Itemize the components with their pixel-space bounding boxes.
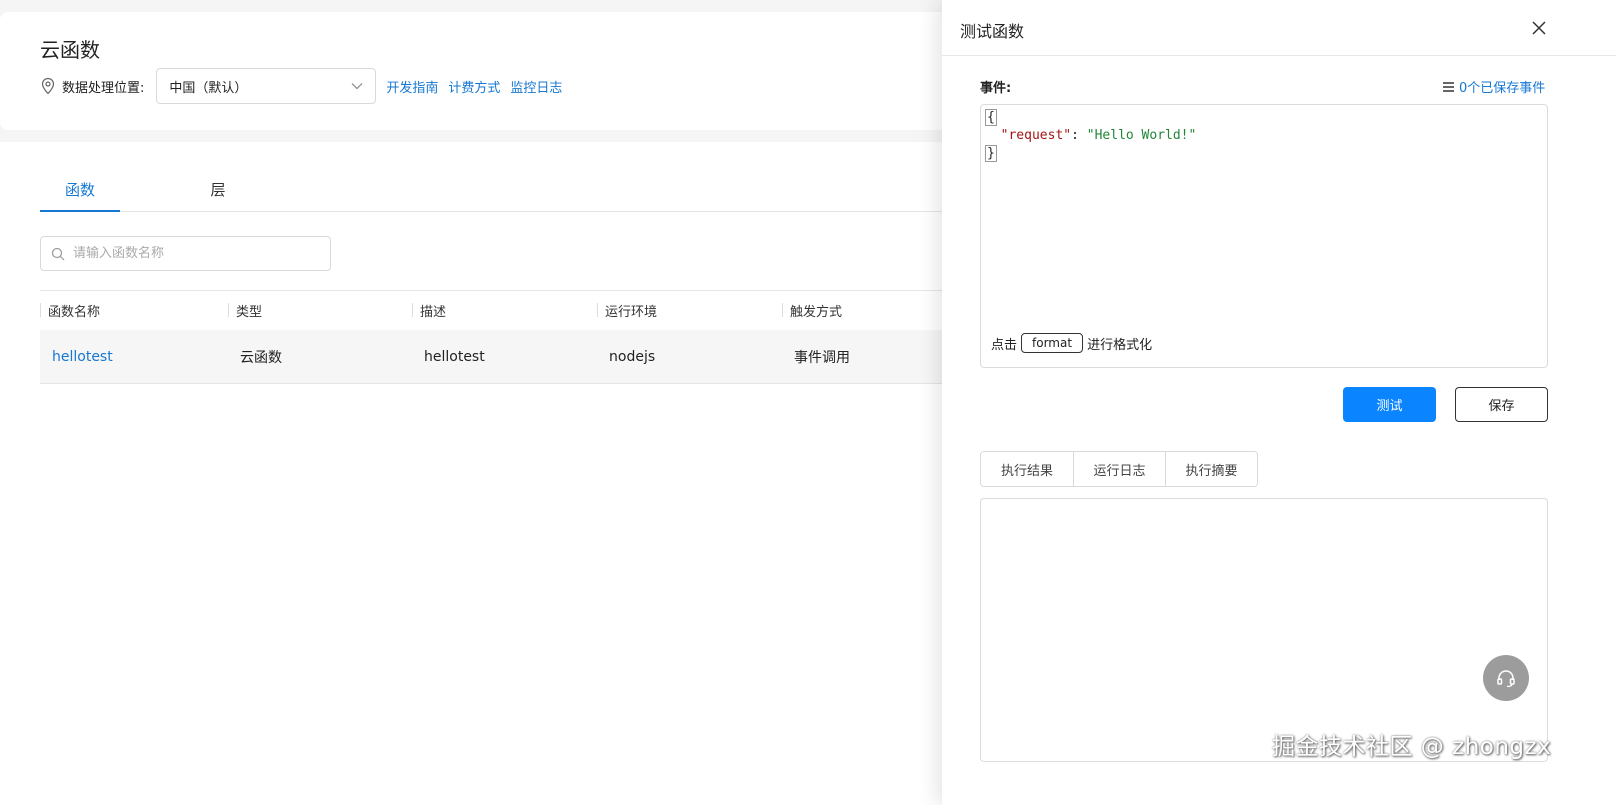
main-card: 函数 层 函数名称 类型 描述 运行环境 触发方式 hellotest 云函数 …	[0, 142, 980, 805]
column-header-description: 描述	[412, 301, 597, 320]
region-select-value: 中国（默认）	[169, 80, 248, 96]
table-header: 函数名称 类型 描述 运行环境 触发方式	[40, 290, 980, 330]
save-button[interactable]: 保存	[1455, 387, 1548, 422]
test-function-drawer: 测试函数 事件: 0个已保存事件 { "request": "Hello Wor…	[942, 0, 1616, 805]
tab-functions[interactable]: 函数	[40, 172, 120, 212]
monitor-log-link[interactable]: 监控日志	[510, 77, 562, 96]
header-card: 云函数 数据处理位置: 中国（默认） 开发指南 计费方式 监控日志	[0, 12, 980, 130]
dev-guide-link[interactable]: 开发指南	[386, 77, 438, 96]
search-icon	[51, 247, 65, 260]
event-label: 事件:	[980, 81, 1012, 96]
test-button[interactable]: 测试	[1343, 387, 1436, 422]
billing-link[interactable]: 计费方式	[448, 77, 500, 96]
format-button[interactable]: format	[1021, 333, 1084, 353]
column-header-type: 类型	[228, 301, 412, 320]
list-icon	[1443, 81, 1454, 92]
search-input[interactable]	[73, 246, 330, 261]
json-colon: :	[1071, 128, 1087, 143]
result-panel	[980, 498, 1548, 762]
event-json: { "request": "Hello World!" }	[985, 109, 1196, 163]
json-key: "request"	[1000, 128, 1072, 143]
functions-table: 函数名称 类型 描述 运行环境 触发方式 hellotest 云函数 hello…	[40, 290, 980, 384]
event-editor[interactable]: { "request": "Hello World!" } 点击 format …	[980, 104, 1548, 368]
result-tab-group: 执行结果 运行日志 执行摘要	[980, 451, 1258, 487]
location-label: 数据处理位置:	[62, 80, 145, 96]
tab-execution-result[interactable]: 执行结果	[981, 452, 1073, 486]
watermark: 掘金技术社区 @ zhongzx	[1272, 734, 1552, 760]
format-prefix: 点击	[991, 337, 1018, 353]
column-header-name: 函数名称	[40, 301, 228, 320]
function-name-link[interactable]: hellotest	[40, 349, 228, 365]
chevron-down-icon	[351, 78, 363, 94]
saved-events-label: 0个已保存事件	[1459, 81, 1546, 96]
tab-execution-summary[interactable]: 执行摘要	[1165, 452, 1257, 486]
function-type: 云函数	[240, 349, 282, 366]
function-description: hellotest	[424, 348, 485, 365]
tab-layers[interactable]: 层	[188, 172, 248, 211]
function-runtime: nodejs	[609, 348, 656, 365]
tab-run-log[interactable]: 运行日志	[1073, 452, 1165, 486]
drawer-header: 测试函数	[942, 0, 1616, 56]
location-row: 数据处理位置: 中国（默认） 开发指南 计费方式 监控日志	[40, 68, 572, 104]
search-box	[40, 236, 331, 271]
headset-icon	[1497, 670, 1515, 688]
format-hint: 点击 format 进行格式化	[991, 333, 1152, 353]
close-brace: }	[985, 145, 997, 162]
json-value: "Hello World!"	[1086, 128, 1197, 143]
drawer-title: 测试函数	[960, 22, 1025, 41]
support-button[interactable]	[1483, 655, 1529, 701]
open-brace: {	[985, 109, 997, 126]
close-icon[interactable]	[1530, 19, 1548, 37]
tab-bar: 函数 层	[40, 172, 980, 212]
table-row[interactable]: hellotest 云函数 hellotest nodejs 事件调用	[40, 330, 980, 384]
region-select[interactable]: 中国（默认）	[156, 68, 377, 104]
saved-events-link[interactable]: 0个已保存事件	[1442, 77, 1545, 96]
column-header-runtime: 运行环境	[597, 301, 782, 320]
location-pin-icon	[40, 77, 56, 95]
format-suffix: 进行格式化	[1087, 337, 1153, 353]
page-title: 云函数	[40, 38, 100, 62]
